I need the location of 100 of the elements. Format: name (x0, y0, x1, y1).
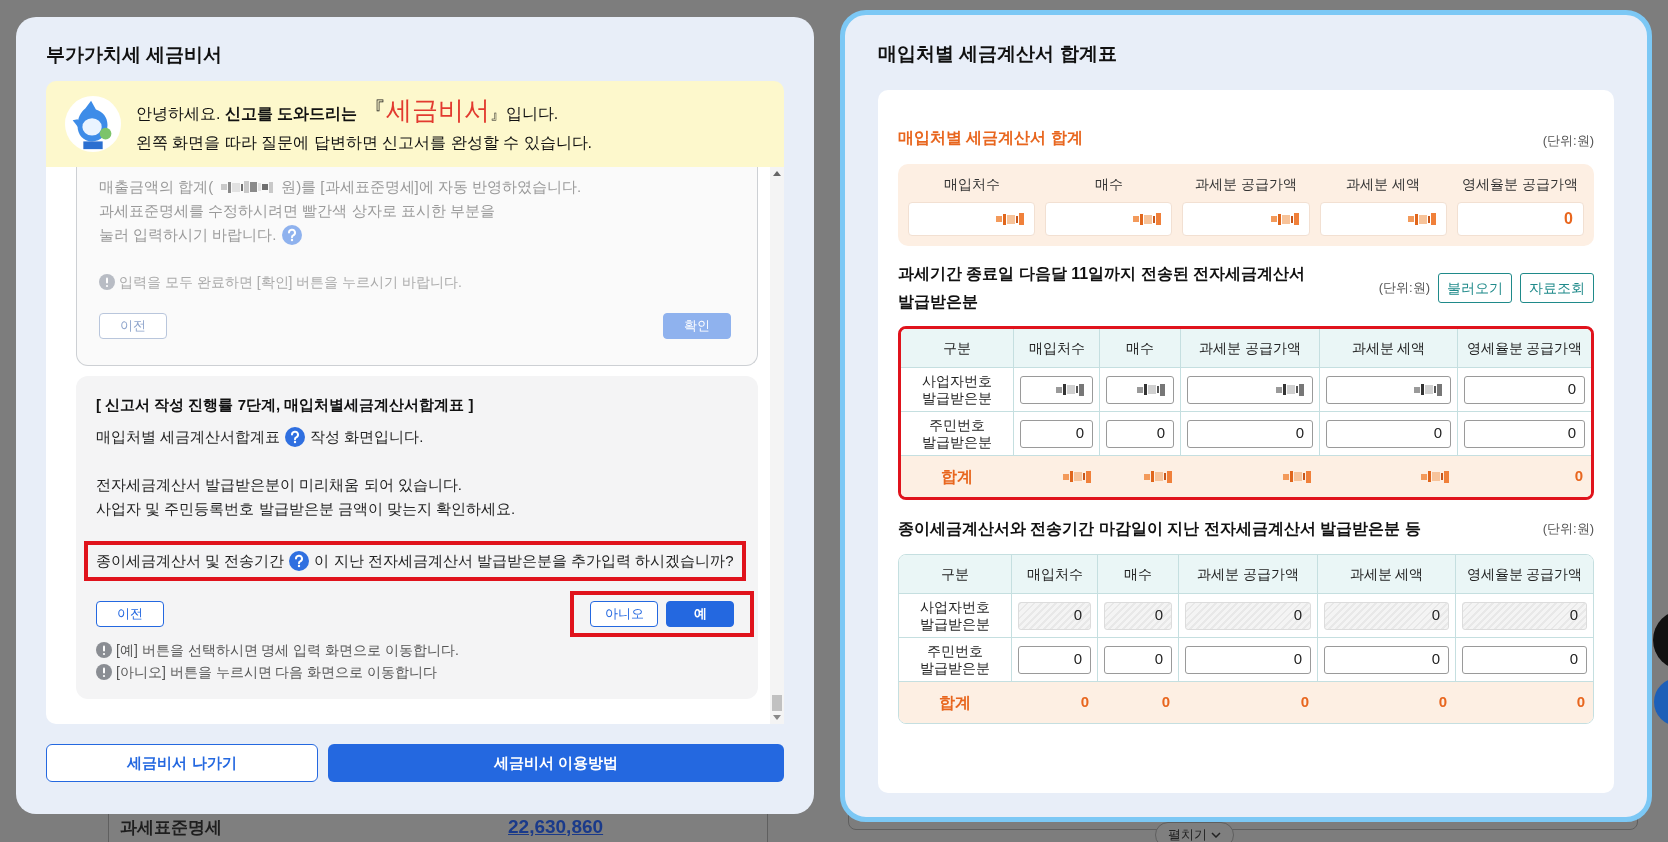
cell-value: 0 (1080, 692, 1089, 713)
instruction-text: 전자세금계산서 발급받은분이 미리채움 되어 있습니다. (96, 474, 462, 495)
scroll-up-icon (773, 171, 781, 176)
cell-value: 0 (1300, 692, 1309, 713)
column-header: 매수 (1099, 329, 1180, 367)
step-button[interactable]: 이전 (96, 600, 164, 627)
number-field[interactable] (1106, 375, 1174, 404)
cell-value: 0 (1075, 423, 1084, 444)
number-field[interactable]: 0 (1187, 419, 1313, 448)
cell-value: 0 (1574, 466, 1583, 487)
cell-value: 0 (1154, 649, 1163, 670)
column-label: 과세분 세액 (1345, 175, 1422, 194)
instruction-text: 작성 화면입니다. (310, 426, 424, 447)
instruction-text: 사업자 및 주민등록번호 발급받은분 금액이 맞는지 확인하세요. (96, 498, 516, 519)
cell-value: 0 (1567, 423, 1576, 444)
dialog-title: 매입처별 세금계산서 합계표 (878, 42, 1118, 66)
step-button[interactable]: 아니오 (590, 600, 658, 627)
column-header: 영세율분 공급가액 (1457, 329, 1591, 367)
column-label: 과세분 공급가액 (1194, 175, 1298, 194)
cell-value: 0 (1161, 692, 1170, 713)
greeting-subtitle: 왼쪽 화면을 따라 질문에 답변하면 신고서를 완성할 수 있습니다. (136, 133, 592, 153)
blurred-value (1133, 213, 1162, 225)
column-header: 구분 (940, 564, 970, 584)
expand-button[interactable]: 펼치기 (1155, 822, 1234, 842)
dialog-title: 부가가치세 세금비서 (46, 43, 224, 67)
number-field[interactable]: 0 (1185, 645, 1311, 674)
number-field[interactable]: 0 (1020, 419, 1093, 448)
cell-value: 0 (1431, 649, 1440, 670)
column-header: 과세분 공급가액 (1180, 329, 1319, 367)
row-label: 주민번호 발급받은분 (919, 641, 991, 678)
blurred-value (1283, 470, 1311, 483)
step-button[interactable]: 예 (666, 600, 734, 627)
background-label: 과세표준명세 (120, 817, 222, 839)
column-header: 과세분 공급가액 (1178, 555, 1317, 593)
column-header: 과세분 세액 (1317, 555, 1455, 593)
note-text: [아니오] 버튼을 누르시면 다음 화면으로 이동합니다 (116, 662, 438, 682)
column-header: 매수 (1097, 555, 1178, 593)
number-field[interactable]: 0 (1018, 645, 1091, 674)
number-field[interactable]: 0 (1104, 645, 1172, 674)
scrollbar-thumb[interactable] (772, 695, 782, 711)
column-header: 매입처수 (1011, 555, 1097, 593)
note-text: [예] 버튼을 선택하시면 명세 입력 화면으로 이동합니다. (116, 640, 459, 660)
blurred-value (1063, 470, 1091, 483)
section-heading: 과세기간 종료일 다음달 11일까지 전송된 전자세금계산서 발급받은분 (898, 264, 1307, 312)
alert-icon (99, 274, 115, 290)
column-header: 과세분 세액 (1319, 329, 1457, 367)
alert-icon (96, 641, 112, 658)
column-header: 구분 (942, 338, 972, 358)
instruction-text: 이 지난 전자세금계산서 발급받은분을 추가입력 하시겠습니까? (314, 550, 734, 571)
cell-value: 0 (1433, 423, 1442, 444)
cell-value: 0 (1295, 423, 1304, 444)
number-field[interactable]: 0 (1106, 419, 1174, 448)
instruction-text: 눌러 입력하시기 바랍니다. (99, 225, 277, 245)
footer-button[interactable]: 세금비서 이용방법 (328, 744, 784, 782)
help-icon (281, 225, 302, 245)
number-field[interactable]: 0 (1464, 375, 1585, 404)
number-field[interactable] (1326, 375, 1451, 404)
unit-label: (단위:원) (1378, 279, 1430, 298)
blurred-value (996, 213, 1025, 225)
mascot-avatar-icon (64, 95, 122, 153)
cell-value: 0 (1154, 605, 1163, 626)
blurred-value (1407, 213, 1436, 225)
cell-value: 0 (1567, 379, 1576, 400)
instruction-text: 매입처별 세금계산서합계표 (96, 426, 281, 447)
blurred-value (1414, 383, 1442, 396)
help-icon (285, 426, 306, 447)
column-label: 매수 (1093, 175, 1124, 194)
greeting-text: 안녕하세요. 신고를 도와드리는 『세금비서』입니다. (136, 95, 560, 127)
number-field[interactable] (1187, 375, 1313, 404)
number-field[interactable]: 0 (1324, 645, 1449, 674)
help-icon (289, 550, 310, 571)
cell-value: 0 (1293, 605, 1302, 626)
outline-button[interactable]: 자료조회 (1520, 273, 1594, 303)
number-field[interactable]: 0 (1464, 419, 1585, 448)
cell-value: 0 (1156, 423, 1165, 444)
outline-button[interactable]: 불러오기 (1438, 273, 1512, 303)
column-header: 매입처수 (1013, 329, 1099, 367)
cell-value: 0 (1576, 692, 1585, 713)
cell-value: 0 (1569, 649, 1578, 670)
cell-value: 0 (1438, 692, 1447, 713)
unit-label: (단위:원) (1542, 131, 1594, 150)
alert-icon (96, 663, 112, 680)
row-label: 사업자번호 발급받은분 (921, 371, 993, 408)
scrollbar[interactable] (770, 167, 784, 724)
cell-value: 0 (1569, 605, 1578, 626)
instruction-text: 과세표준명세를 수정하시려면 빨간색 상자로 표시한 부분을 (99, 201, 495, 221)
row-label: 주민번호 발급받은분 (921, 415, 993, 452)
section-heading: 매입처별 세금계산서 합계 (898, 128, 1083, 148)
instruction-text: 매출금액의 합계( (99, 177, 214, 197)
cell-value: 0 (1073, 649, 1082, 670)
column-header: 영세율분 공급가액 (1455, 555, 1593, 593)
number-field[interactable]: 0 (1326, 419, 1451, 448)
total-label: 합계 (940, 466, 974, 487)
footer-button[interactable]: 세금비서 나가기 (46, 744, 318, 782)
number-field[interactable] (1020, 375, 1093, 404)
number-field[interactable]: 0 (1462, 645, 1587, 674)
total-label: 합계 (938, 692, 972, 713)
blurred-value (1270, 213, 1299, 225)
instruction-text: 종이세금계산서 및 전송기간 (96, 550, 285, 571)
cell-value: 0 (1431, 605, 1440, 626)
